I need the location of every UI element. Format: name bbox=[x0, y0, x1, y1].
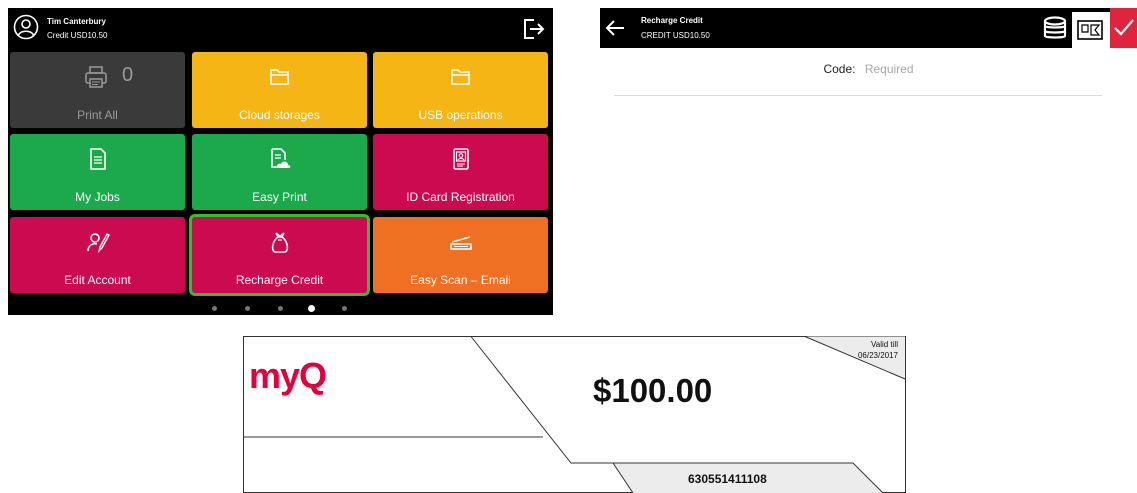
voucher-card: myQ $100.00 Valid till 06/23/2017 630551… bbox=[243, 336, 906, 493]
brand-logo: myQ bbox=[249, 355, 327, 396]
id-card-icon bbox=[452, 148, 469, 170]
coins-icon[interactable] bbox=[1041, 16, 1069, 42]
user-credit: Credit USD10.50 bbox=[47, 31, 108, 40]
recharge-credit-line: CREDIT USD10.50 bbox=[641, 31, 710, 40]
tile-id-card-registration[interactable]: ID Card Registration bbox=[373, 134, 548, 210]
page-indicator bbox=[8, 304, 553, 314]
confirm-button[interactable] bbox=[1110, 8, 1137, 48]
home-screen: Tim Canterbury Credit USD10.50 0 Print A… bbox=[8, 8, 553, 315]
recharge-credit-screen: Recharge Credit CREDIT USD10.50 Code: Re… bbox=[600, 8, 1137, 128]
code-input[interactable]: Required bbox=[865, 62, 914, 76]
user-icon[interactable] bbox=[13, 14, 39, 40]
voucher-icon bbox=[1077, 20, 1103, 40]
credit-label: Credit bbox=[47, 31, 69, 40]
recharge-title: Recharge Credit bbox=[641, 16, 703, 25]
valid-till-label: Valid till bbox=[871, 340, 898, 349]
tile-edit-account[interactable]: Edit Account bbox=[10, 217, 185, 293]
folder-icon bbox=[450, 69, 470, 85]
tile-label: Easy Scan – Email bbox=[410, 273, 511, 287]
tile-label: ID Card Registration bbox=[406, 190, 515, 204]
logout-icon[interactable] bbox=[520, 16, 546, 42]
code-label: Code: bbox=[823, 62, 856, 76]
home-header: Tim Canterbury Credit USD10.50 bbox=[8, 8, 553, 52]
checkmark-icon bbox=[1114, 19, 1134, 36]
code-field[interactable]: Code: Required bbox=[600, 62, 1137, 86]
page-dot-active[interactable] bbox=[308, 305, 315, 312]
user-name: Tim Canterbury bbox=[47, 17, 106, 26]
valid-till-date: 06/23/2017 bbox=[857, 351, 898, 360]
voucher-code: 630551411108 bbox=[688, 472, 767, 486]
tile-label: My Jobs bbox=[75, 190, 120, 204]
money-bag-icon bbox=[271, 232, 288, 253]
tile-my-jobs[interactable]: My Jobs bbox=[10, 134, 185, 210]
credit-value: USD10.50 bbox=[70, 31, 108, 40]
tile-cloud-storages[interactable]: Cloud storages bbox=[192, 52, 367, 128]
code-underline bbox=[614, 95, 1102, 96]
tile-label: Easy Print bbox=[252, 190, 307, 204]
edit-account-icon bbox=[86, 233, 110, 254]
scanner-icon bbox=[449, 236, 472, 250]
document-icon bbox=[89, 148, 106, 170]
page-dot[interactable] bbox=[245, 306, 250, 311]
tile-label: Recharge Credit bbox=[235, 273, 324, 287]
voucher-outline bbox=[243, 336, 906, 493]
recharge-header: Recharge Credit CREDIT USD10.50 bbox=[600, 8, 1137, 48]
printer-icon bbox=[85, 66, 107, 88]
page-dot[interactable] bbox=[212, 306, 217, 311]
voucher-amount: $100.00 bbox=[593, 372, 713, 409]
tile-recharge-credit[interactable]: Recharge Credit bbox=[192, 217, 367, 293]
cloud-document-icon bbox=[270, 148, 290, 168]
voucher-button[interactable] bbox=[1072, 12, 1110, 48]
page-dot[interactable] bbox=[342, 306, 347, 311]
tile-easy-scan-email[interactable]: Easy Scan – Email bbox=[373, 217, 548, 293]
print-all-count: 0 bbox=[122, 64, 134, 86]
page-dot[interactable] bbox=[278, 306, 283, 311]
tile-label: Print All bbox=[77, 108, 118, 122]
tile-easy-print[interactable]: Easy Print bbox=[192, 134, 367, 210]
tile-label: Cloud storages bbox=[239, 108, 320, 122]
tile-label: Edit Account bbox=[64, 273, 131, 287]
tile-print-all[interactable]: 0 Print All bbox=[10, 52, 185, 128]
folder-icon bbox=[269, 69, 289, 85]
tile-label: USB operations bbox=[418, 108, 503, 122]
tile-usb-operations[interactable]: USB operations bbox=[373, 52, 548, 128]
back-arrow-icon[interactable] bbox=[604, 18, 626, 38]
